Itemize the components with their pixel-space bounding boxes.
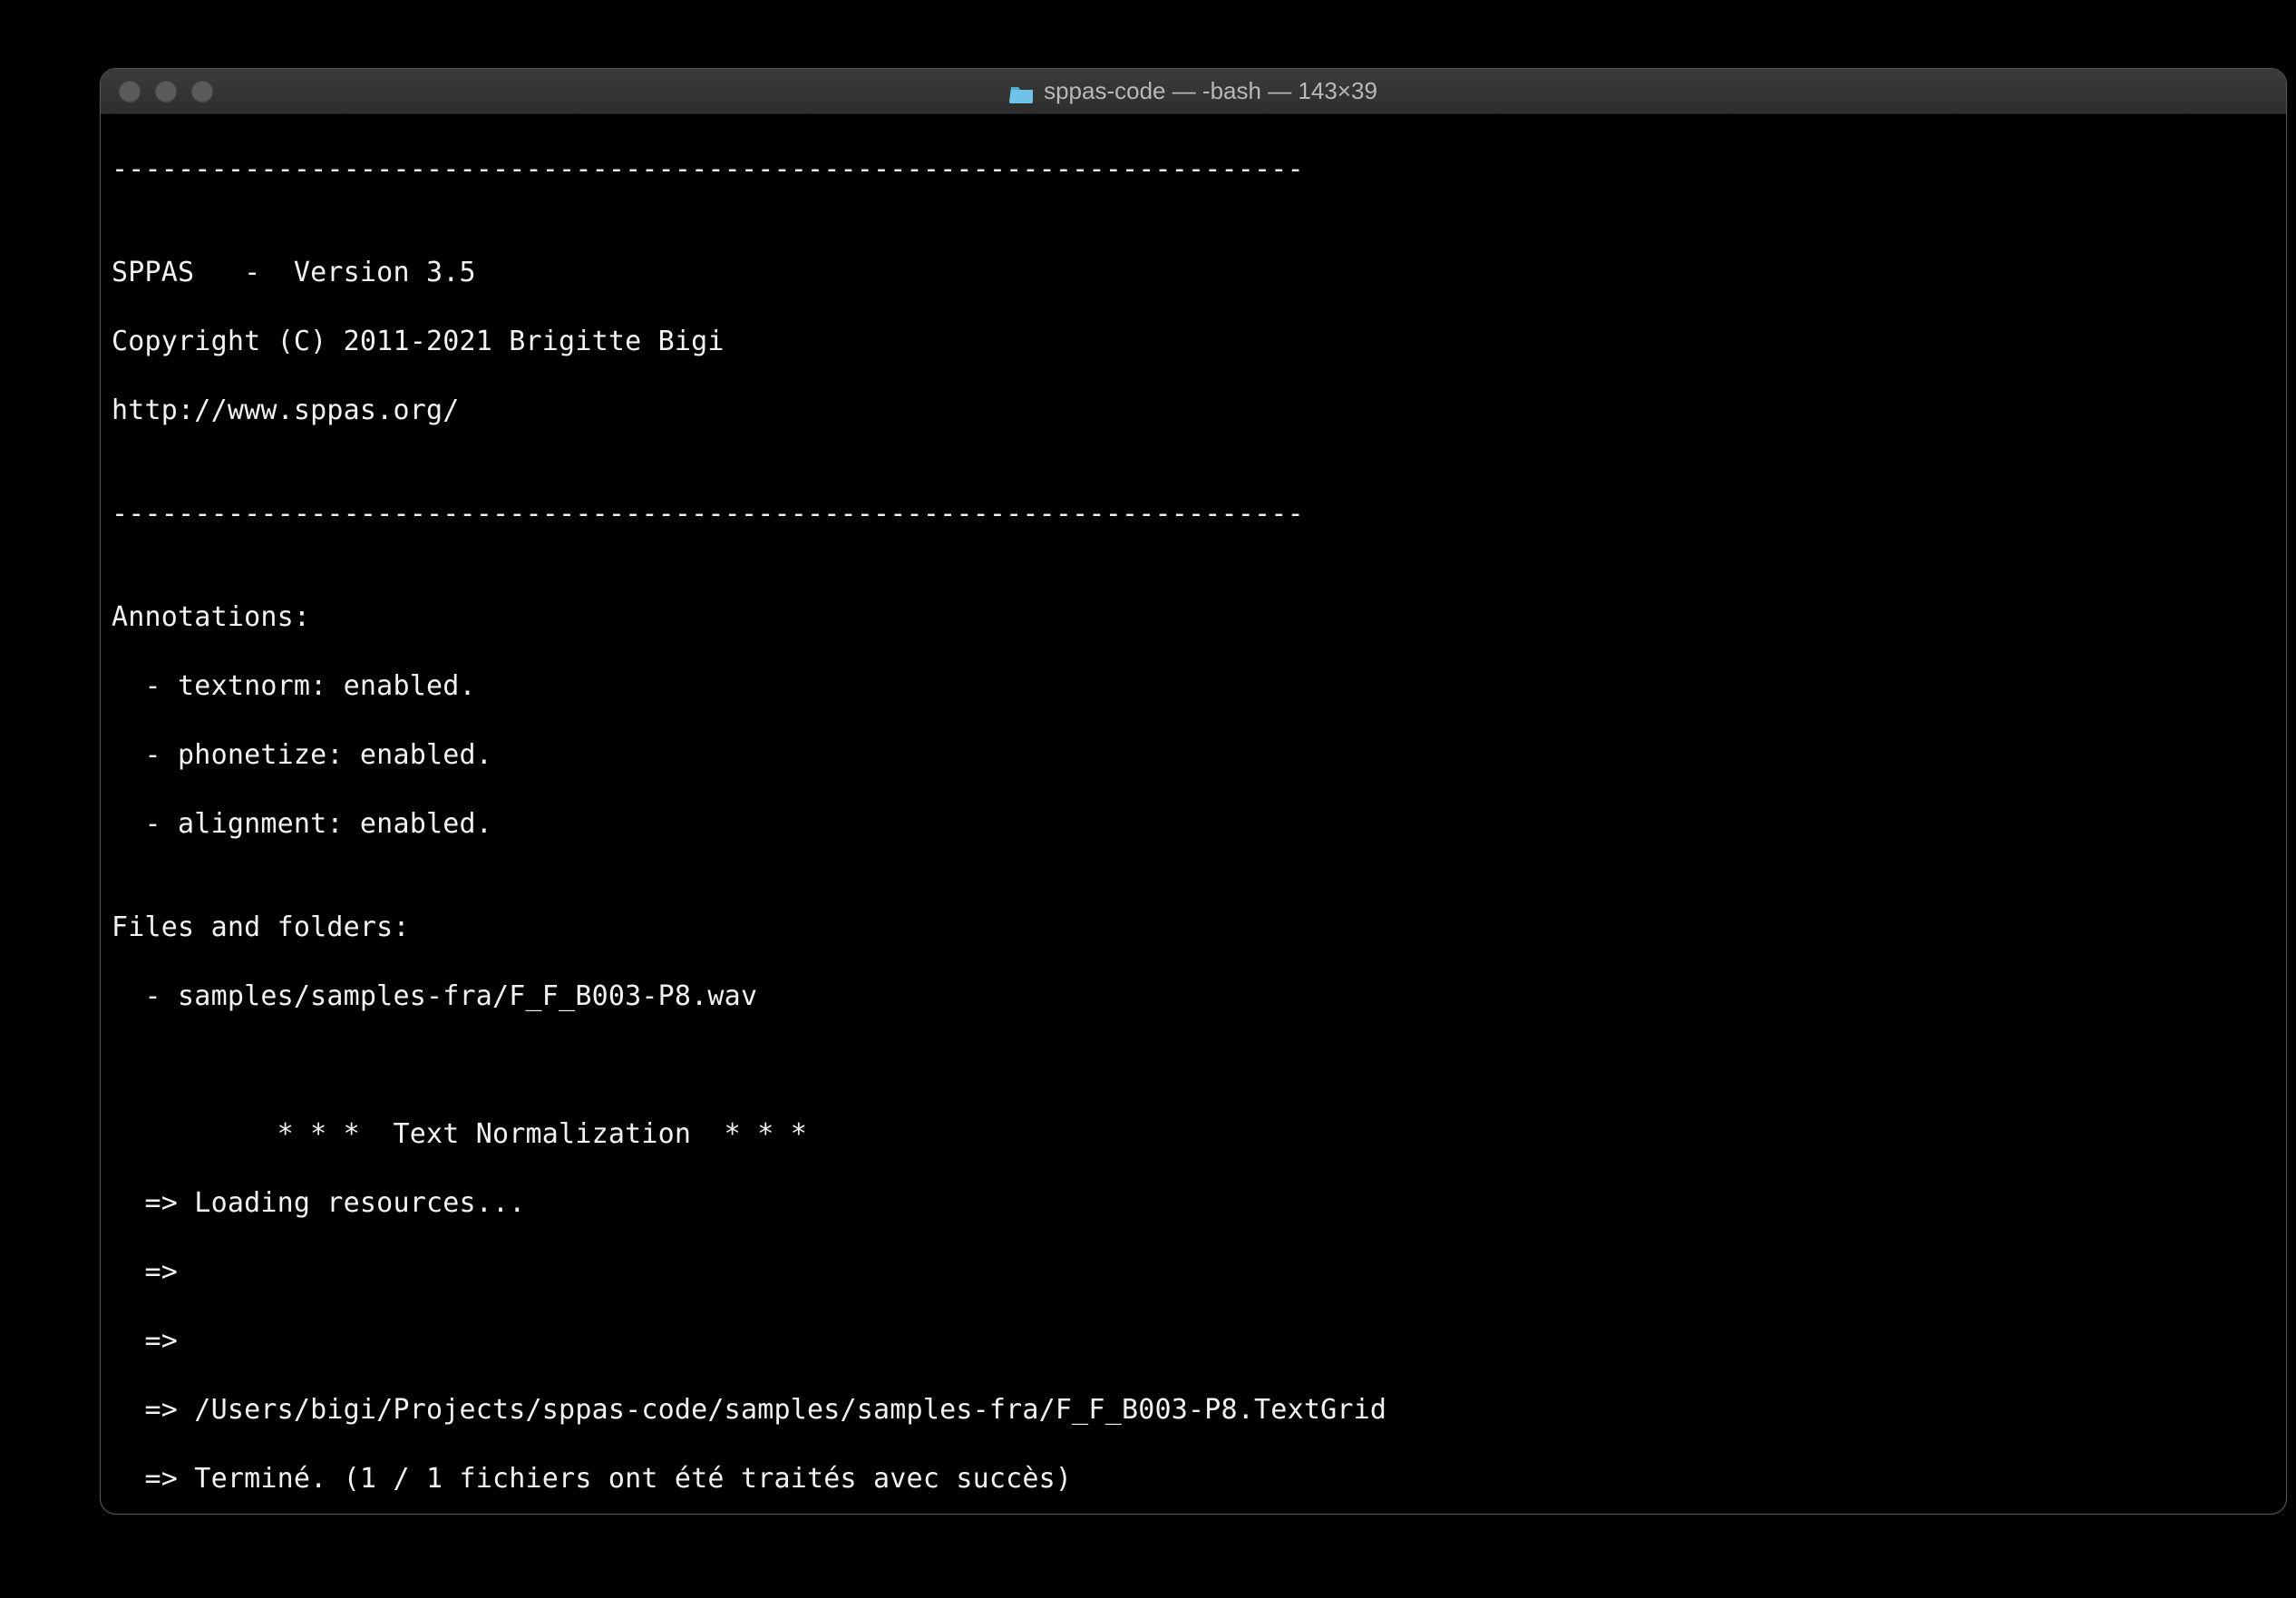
window-title: sppas-code — -bash — 143×39 — [101, 77, 2286, 105]
output-line: Files and folders: — [112, 911, 2275, 945]
output-line: * * * Text Normalization * * * — [112, 1117, 2275, 1152]
maximize-button[interactable] — [191, 81, 213, 102]
output-line: SPPAS - Version 3.5 — [112, 256, 2275, 290]
output-line: ----------------------------------------… — [112, 152, 2275, 187]
output-line: - alignment: enabled. — [112, 807, 2275, 842]
close-button[interactable] — [119, 81, 141, 102]
output-line: => /Users/bigi/Projects/sppas-code/sampl… — [112, 1393, 2275, 1427]
window-title-text: sppas-code — -bash — 143×39 — [1044, 77, 1377, 105]
output-line: => Loading resources... — [112, 1186, 2275, 1221]
terminal-window: sppas-code — -bash — 143×39 ------------… — [100, 68, 2287, 1515]
output-line: - textnorm: enabled. — [112, 669, 2275, 704]
output-line: - phonetize: enabled. — [112, 738, 2275, 773]
terminal-body[interactable]: ----------------------------------------… — [101, 114, 2286, 1515]
output-line: - samples/samples-fra/F_F_B003-P8.wav — [112, 979, 2275, 1014]
output-line: => Terminé. (1 / 1 fichiers ont été trai… — [112, 1462, 2275, 1496]
window-controls — [101, 81, 213, 102]
output-line: ----------------------------------------… — [112, 497, 2275, 531]
titlebar: sppas-code — -bash — 143×39 — [101, 69, 2286, 114]
output-line: http://www.sppas.org/ — [112, 394, 2275, 428]
output-line: Copyright (C) 2011-2021 Brigitte Bigi — [112, 325, 2275, 359]
output-line: Annotations: — [112, 600, 2275, 635]
folder-icon — [1009, 82, 1035, 102]
minimize-button[interactable] — [155, 81, 177, 102]
output-line: => — [112, 1255, 2275, 1290]
output-line: => — [112, 1324, 2275, 1359]
